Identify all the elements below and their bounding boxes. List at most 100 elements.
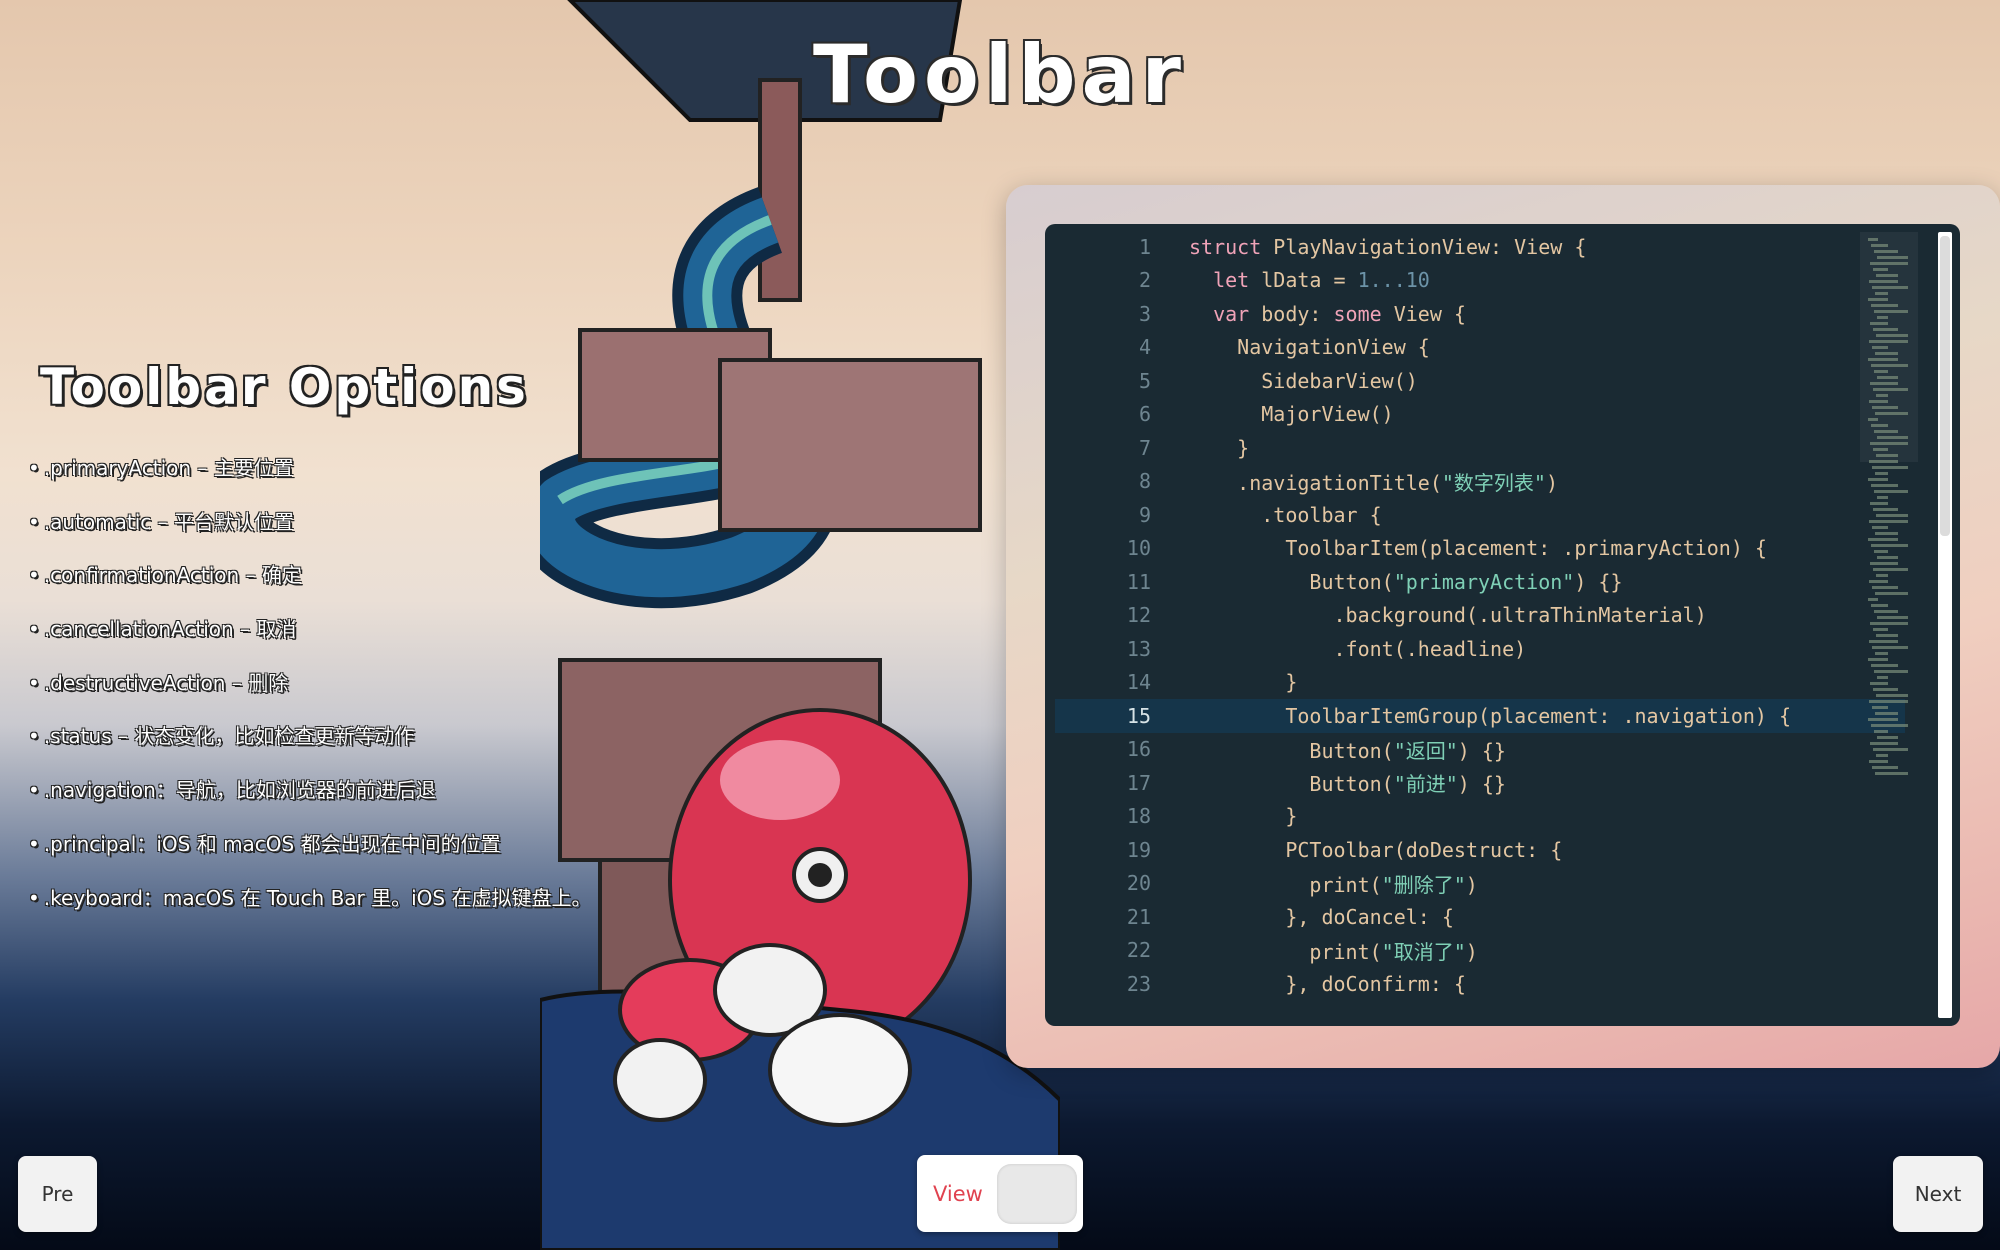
minimap-line <box>1870 382 1898 385</box>
code-line[interactable]: 12 .background(.ultraThinMaterial) <box>1055 599 1905 633</box>
minimap-line <box>1871 364 1908 367</box>
line-number: 21 <box>1126 904 1151 929</box>
minimap-line <box>1875 592 1908 595</box>
code-line[interactable]: 5 SidebarView() <box>1055 364 1905 398</box>
code-line[interactable]: 22 print("取消了") <box>1055 934 1905 968</box>
minimap-line <box>1870 562 1898 565</box>
code-line[interactable]: 17 Button("前进") {} <box>1055 766 1905 800</box>
minimap-line <box>1877 616 1908 619</box>
minimap-viewport[interactable] <box>1860 232 1918 462</box>
code-text: MajorView() <box>1189 402 1394 427</box>
code-line[interactable]: 15 ToolbarItemGroup(placement: .navigati… <box>1055 699 1905 733</box>
minimap-line <box>1871 544 1908 547</box>
next-button[interactable]: Next <box>1893 1156 1983 1232</box>
minimap-line <box>1868 718 1898 721</box>
view-toggle-label: View <box>933 1181 983 1206</box>
minimap-line <box>1869 340 1908 343</box>
minimap-line <box>1874 730 1888 733</box>
minimap-line <box>1869 700 1908 703</box>
minimap-line <box>1872 346 1888 349</box>
code-line[interactable]: 9 .toolbar { <box>1055 498 1905 532</box>
code-editor[interactable]: 1 struct PlayNavigationView: View {2 let … <box>1045 224 1960 1026</box>
code-line[interactable]: 11 Button("primaryAction") {} <box>1055 565 1905 599</box>
minimap-line <box>1877 736 1898 739</box>
minimap-line <box>1871 664 1898 667</box>
editor-scrollbar[interactable] <box>1938 232 1952 1018</box>
code-line[interactable]: 1 struct PlayNavigationView: View { <box>1055 230 1905 264</box>
minimap-line <box>1874 490 1908 493</box>
pre-button[interactable]: Pre <box>18 1156 97 1232</box>
minimap-line <box>1872 766 1898 769</box>
code-line[interactable]: 7 } <box>1055 431 1905 465</box>
minimap-line <box>1870 622 1908 625</box>
view-toggle[interactable]: View <box>917 1155 1083 1232</box>
list-item: • .navigation：导航，比如浏览器的前进后退 <box>28 778 436 803</box>
minimap-line <box>1876 574 1888 577</box>
code-line[interactable]: 4 NavigationView { <box>1055 331 1905 365</box>
code-line[interactable]: 21 }, doCancel: { <box>1055 900 1905 934</box>
minimap-line <box>1875 652 1888 655</box>
code-text: SidebarView() <box>1189 368 1418 393</box>
minimap-line <box>1876 694 1908 697</box>
code-line[interactable]: 6 MajorView() <box>1055 398 1905 432</box>
minimap-line <box>1875 712 1898 715</box>
minimap-line <box>1877 256 1908 259</box>
toggle-knob[interactable] <box>997 1163 1077 1224</box>
minimap-line <box>1874 430 1898 433</box>
code-line[interactable]: 23 }, doConfirm: { <box>1055 967 1905 1001</box>
line-number: 23 <box>1126 971 1151 996</box>
code-text: } <box>1189 670 1298 695</box>
minimap-line <box>1868 658 1888 661</box>
minimap-line <box>1877 316 1888 319</box>
minimap-line <box>1869 580 1888 583</box>
minimap-line <box>1868 238 1878 241</box>
code-text: Button("primaryAction") {} <box>1189 569 1623 594</box>
scrollbar-thumb[interactable] <box>1940 236 1950 536</box>
line-number: 6 <box>1138 402 1151 427</box>
minimap-line <box>1869 460 1898 463</box>
line-number: 5 <box>1138 368 1151 393</box>
minimap-line <box>1873 628 1888 631</box>
minimap-line <box>1868 298 1888 301</box>
code-minimap[interactable] <box>1860 232 1918 1018</box>
minimap-line <box>1872 466 1908 469</box>
minimap-line <box>1868 358 1898 361</box>
minimap-line <box>1873 388 1908 391</box>
line-number: 17 <box>1126 770 1151 795</box>
code-line[interactable]: 19 PCToolbar(doDestruct: { <box>1055 833 1905 867</box>
code-line[interactable]: 20 print("删除了") <box>1055 867 1905 901</box>
line-number: 10 <box>1126 536 1151 561</box>
line-number: 3 <box>1138 301 1151 326</box>
line-number: 7 <box>1138 435 1151 460</box>
minimap-line <box>1871 484 1898 487</box>
minimap-line <box>1876 394 1888 397</box>
code-text: let lData = 1...10 <box>1213 268 1430 293</box>
minimap-line <box>1873 568 1908 571</box>
code-line[interactable]: 14 } <box>1055 666 1905 700</box>
list-item: • .destructiveAction – 删除 <box>28 670 289 695</box>
minimap-line <box>1872 646 1908 649</box>
minimap-line <box>1868 418 1878 421</box>
minimap-line <box>1871 424 1888 427</box>
code-line[interactable]: 3 var body: some View { <box>1055 297 1905 331</box>
minimap-line <box>1876 454 1898 457</box>
line-number: 20 <box>1126 871 1151 896</box>
minimap-line <box>1869 760 1888 763</box>
code-line[interactable]: 18 } <box>1055 800 1905 834</box>
code-line[interactable]: 10 ToolbarItem(placement: .primaryAction… <box>1055 532 1905 566</box>
code-text: .font(.headline) <box>1189 636 1527 661</box>
code-text: .navigationTitle("数字列表") <box>1189 470 1559 495</box>
minimap-line <box>1875 352 1898 355</box>
minimap-line <box>1868 478 1888 481</box>
code-line[interactable]: 8 .navigationTitle("数字列表") <box>1055 465 1905 499</box>
minimap-line <box>1870 502 1888 505</box>
code-text: ToolbarItemGroup(placement: .navigation)… <box>1189 703 1792 728</box>
line-number: 22 <box>1126 938 1151 963</box>
code-text: PCToolbar(doDestruct: { <box>1189 837 1563 862</box>
code-line[interactable]: 13 .font(.headline) <box>1055 632 1905 666</box>
minimap-line <box>1874 370 1888 373</box>
code-text: } <box>1189 804 1298 829</box>
code-text: struct PlayNavigationView: View { <box>1189 234 1587 259</box>
code-line[interactable]: 2 let lData = 1...10 <box>1055 264 1905 298</box>
code-line[interactable]: 16 Button("返回") {} <box>1055 733 1905 767</box>
